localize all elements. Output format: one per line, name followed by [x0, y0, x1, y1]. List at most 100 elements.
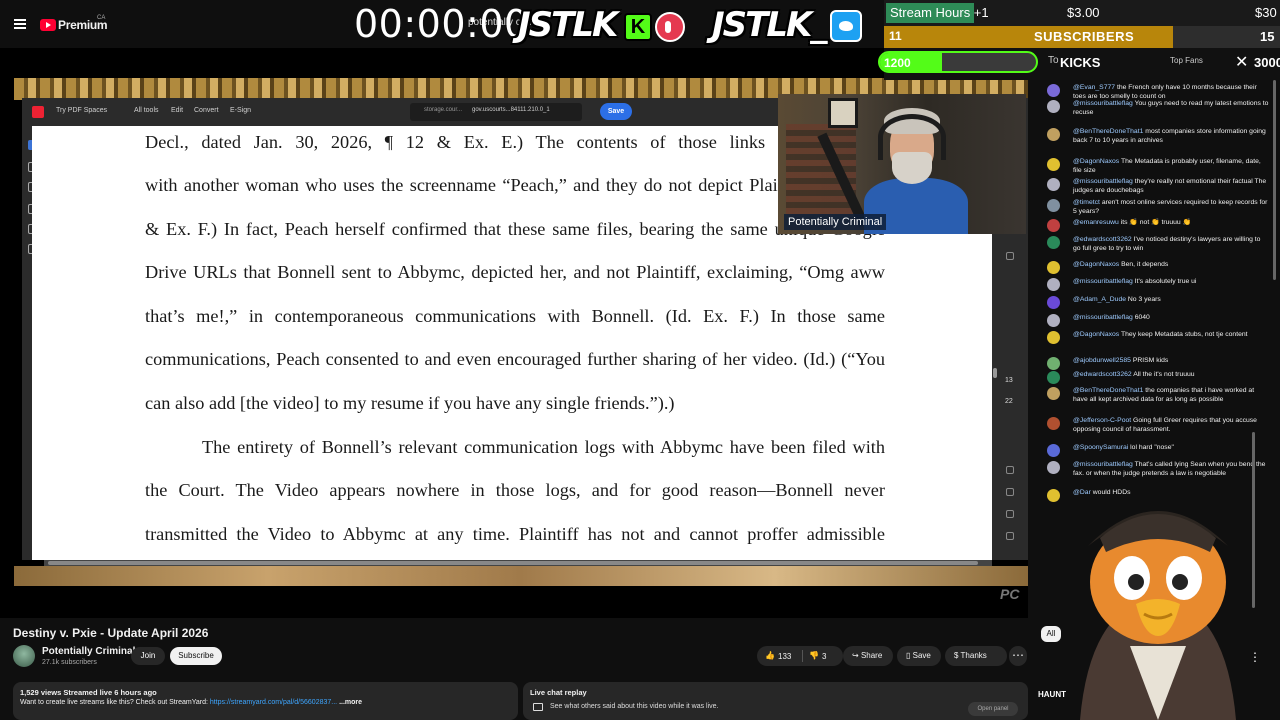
- chat-author[interactable]: @timetct: [1073, 199, 1100, 206]
- chat-avatar[interactable]: [1047, 158, 1060, 171]
- pdf-rail-icon: [1006, 252, 1014, 260]
- chat-avatar[interactable]: [1047, 371, 1060, 384]
- mascot-character: [1080, 511, 1236, 720]
- pdf-line: communications, Peach consented to and e…: [145, 349, 885, 369]
- chat-message-body: @emanresuwu its 👏 not 👏 truuuu 👏: [1073, 219, 1269, 228]
- chat-author[interactable]: @missouribattleflag: [1073, 461, 1133, 468]
- chat-avatar[interactable]: [1047, 236, 1060, 249]
- brand-logo-kick: JSTLK: [518, 5, 618, 45]
- chat-author[interactable]: @DagonNaxos: [1073, 158, 1119, 165]
- chat-author[interactable]: @DagonNaxos: [1073, 331, 1119, 338]
- chat-avatar[interactable]: [1047, 461, 1060, 474]
- chat-author[interactable]: @BenThereDoneThat1: [1073, 128, 1143, 135]
- chat-scrollbar[interactable]: [1273, 80, 1276, 280]
- kicks-count: 1200: [884, 56, 911, 70]
- chat-author[interactable]: @missouribattleflag: [1073, 100, 1133, 107]
- chat-message-body: @ajobdunwell2585 PRISM kids: [1073, 357, 1269, 366]
- chat-message: @missouribattleflag That's called lying …: [1047, 461, 1269, 478]
- pdf-line: the Court. The Video appears nowhere in …: [145, 480, 885, 500]
- chat-avatar[interactable]: [1047, 84, 1060, 97]
- chat-avatar[interactable]: [1047, 199, 1060, 212]
- pdf-page-total: 22: [1005, 398, 1013, 405]
- channel-subscriber-count: 27.1k subscribers: [42, 659, 97, 666]
- chat-avatar[interactable]: [1047, 128, 1060, 141]
- chat-avatar[interactable]: [1047, 219, 1060, 232]
- chat-message-body: @Adam_A_Dude No 3 years: [1073, 296, 1269, 305]
- headphones: [878, 114, 946, 160]
- close-icon[interactable]: ✕: [1235, 52, 1248, 72]
- subscribe-button[interactable]: Subscribe: [170, 647, 222, 665]
- video-player[interactable]: Try PDF Spaces All tools Edit Convert E-…: [0, 48, 1028, 618]
- chat-more-icon[interactable]: ⋮: [1249, 650, 1261, 664]
- top-fans-tab[interactable]: Top Fans: [1170, 56, 1203, 65]
- thanks-button[interactable]: $ Thanks: [945, 646, 1007, 666]
- chat-replay-text: See what others said about this video wh…: [550, 703, 719, 710]
- chat-avatar[interactable]: [1047, 296, 1060, 309]
- chat-message-body: @missouribattleflag they're really not e…: [1073, 178, 1269, 195]
- chat-author[interactable]: @DagonNaxos: [1073, 261, 1119, 268]
- chat-text: Ben, it depends: [1121, 261, 1169, 268]
- chat-filter-all[interactable]: All: [1041, 626, 1061, 642]
- menu-icon[interactable]: [14, 19, 26, 29]
- pdf-save-button: Save: [600, 103, 632, 120]
- chat-message-body: @missouribattleflag It's absolutely true…: [1073, 278, 1269, 287]
- chat-author[interactable]: @edwardscott3262: [1073, 371, 1132, 378]
- chat-author[interactable]: @BenThereDoneThat1: [1073, 387, 1143, 394]
- chat-author[interactable]: @Evan_S777: [1073, 84, 1115, 91]
- chat-avatar[interactable]: [1047, 357, 1060, 370]
- chat-avatar[interactable]: [1047, 178, 1060, 191]
- share-button[interactable]: ↪ Share: [843, 646, 893, 666]
- chat-avatar[interactable]: [1047, 100, 1060, 113]
- kicks-goal: 3000: [1254, 55, 1280, 70]
- chat-avatar[interactable]: [1047, 444, 1060, 457]
- subscriber-goal-row: 11 SUBSCRIBERS 15: [884, 26, 1280, 48]
- today-filter[interactable]: To: [1048, 55, 1059, 66]
- chat-author[interactable]: @SpoonySamurai: [1073, 444, 1128, 451]
- chat-author[interactable]: @Adam_A_Dude: [1073, 296, 1126, 303]
- subscriber-goal: 15: [1260, 29, 1275, 44]
- chat-message: @emanresuwu its 👏 not 👏 truuuu 👏: [1047, 219, 1269, 232]
- open-panel-button[interactable]: Open panel: [968, 702, 1018, 716]
- chat-message-body: @SpoonySamurai lol hard "nose": [1073, 444, 1269, 453]
- pdf-edit: Edit: [171, 107, 184, 114]
- chat-avatar[interactable]: [1047, 387, 1060, 400]
- chat-message: @missouribattleflag It's absolutely true…: [1047, 278, 1269, 291]
- show-more-link[interactable]: ...more: [339, 699, 362, 706]
- chat-author[interactable]: @ajobdunwell2585: [1073, 357, 1131, 364]
- chat-message-body: @DagonNaxos The Metadata is probably use…: [1073, 158, 1269, 175]
- pdf-url-a: storage.cour...: [424, 107, 463, 113]
- pdf-line: The entirety of Bonnell’s relevant commu…: [202, 437, 885, 457]
- join-button[interactable]: Join: [131, 647, 165, 665]
- more-actions-button[interactable]: ⋯: [1009, 646, 1027, 666]
- pdf-esign: E-Sign: [230, 107, 252, 114]
- chat-replay-box: Live chat replay See what others said ab…: [523, 682, 1028, 720]
- chat-replay-title: Live chat replay: [530, 688, 587, 697]
- chat-text: 6040: [1134, 314, 1150, 321]
- chat-avatar[interactable]: [1047, 278, 1060, 291]
- chat-author[interactable]: @missouribattleflag: [1073, 278, 1133, 285]
- chat-avatar[interactable]: [1047, 261, 1060, 274]
- chat-author[interactable]: @emanresuwu: [1073, 219, 1119, 226]
- chat-author[interactable]: @missouribattleflag: [1073, 178, 1133, 185]
- channel-name[interactable]: Potentially Criminal: [42, 646, 135, 657]
- thumbs-up-icon[interactable]: 👍: [765, 651, 775, 660]
- chat-text: They keep Metadata stubs, not tje conten…: [1120, 331, 1248, 338]
- chat-author[interactable]: @edwardscott3262: [1073, 236, 1132, 243]
- streamyard-link[interactable]: https://streamyard.com/pal/d/56602837...: [210, 699, 337, 706]
- description-box[interactable]: 1,529 views Streamed live 6 hours ago Wa…: [13, 682, 518, 720]
- dislike-count[interactable]: 3: [822, 652, 826, 661]
- chat-message: @missouribattleflag You guys need to rea…: [1047, 100, 1269, 117]
- chat-author[interactable]: @Jefferson-C-Poot: [1073, 417, 1131, 424]
- channel-avatar[interactable]: [13, 645, 35, 667]
- chat-avatar[interactable]: [1047, 417, 1060, 430]
- youtube-logo-icon[interactable]: [40, 19, 56, 31]
- chat-avatar[interactable]: [1047, 489, 1060, 502]
- chat-avatar[interactable]: [1047, 314, 1060, 327]
- save-button[interactable]: ▯ Save: [897, 646, 941, 666]
- chat-avatar[interactable]: [1047, 331, 1060, 344]
- chat-author[interactable]: @missouribattleflag: [1073, 314, 1133, 321]
- pdf-line: that’s me!,” in contemporaneous communic…: [145, 306, 885, 326]
- chat-message: @Adam_A_Dude No 3 years: [1047, 296, 1269, 309]
- thumbs-down-icon[interactable]: 👎: [809, 651, 819, 660]
- like-count[interactable]: 133: [778, 652, 791, 661]
